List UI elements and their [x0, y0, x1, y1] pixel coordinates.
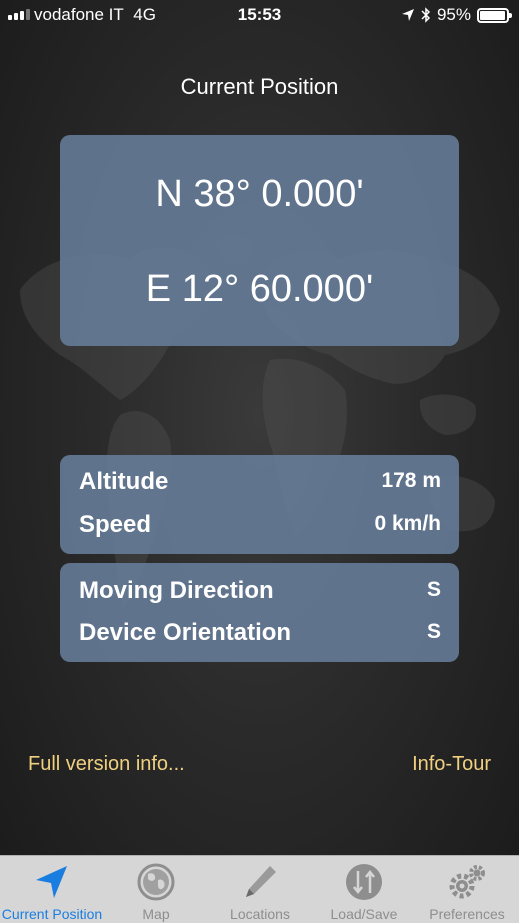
load-save-icon [346, 864, 382, 900]
globe-icon [137, 863, 175, 901]
device-orientation-value: S [426, 620, 441, 643]
device-orientation-label: Device Orientation [79, 619, 292, 646]
tab-bar: Current Position Map Locations Load/Save… [0, 855, 519, 923]
location-arrow-icon [36, 866, 67, 898]
screen: vodafone IT 4G 15:53 95% Current Positio… [0, 0, 519, 923]
tab-map[interactable]: Map [104, 856, 208, 923]
status-bar: vodafone IT 4G 15:53 95% [0, 0, 519, 30]
longitude-value: E 12° 60.000' [145, 268, 374, 310]
status-right: 95% [401, 5, 512, 25]
motion-panel: Altitude 178 m Speed 0 km/h [60, 455, 459, 554]
speed-label: Speed [79, 511, 152, 538]
orientation-panel: Moving Direction S Device Orientation S [60, 563, 459, 662]
latitude-value: N 38° 0.000' [155, 173, 364, 215]
altitude-label: Altitude [79, 468, 169, 495]
tab-label: Map [142, 906, 170, 922]
pencil-icon [246, 866, 276, 897]
coordinates-panel: N 38° 0.000' E 12° 60.000' [60, 135, 459, 346]
tab-label: Current Position [1, 906, 103, 922]
altitude-value: 178 m [381, 469, 441, 492]
tab-current-position[interactable]: Current Position [0, 856, 104, 923]
info-tour-link[interactable]: Info-Tour [412, 753, 491, 776]
location-services-icon [401, 9, 414, 21]
tab-label: Locations [230, 906, 290, 922]
full-version-info-link[interactable]: Full version info... [28, 753, 185, 776]
tab-label: Preferences [429, 906, 505, 922]
gears-icon [449, 865, 485, 899]
tab-load-save[interactable]: Load/Save [312, 856, 416, 923]
tab-label: Load/Save [330, 906, 398, 922]
tab-preferences[interactable]: Preferences [415, 856, 519, 923]
battery-percent: 95% [436, 5, 471, 24]
page-title: Current Position [180, 74, 339, 99]
moving-direction-label: Moving Direction [79, 577, 274, 604]
speed-value: 0 km/h [374, 512, 441, 535]
tab-locations[interactable]: Locations [208, 856, 312, 923]
bluetooth-icon [421, 7, 431, 23]
battery-icon [477, 7, 512, 23]
moving-direction-value: S [426, 578, 441, 601]
